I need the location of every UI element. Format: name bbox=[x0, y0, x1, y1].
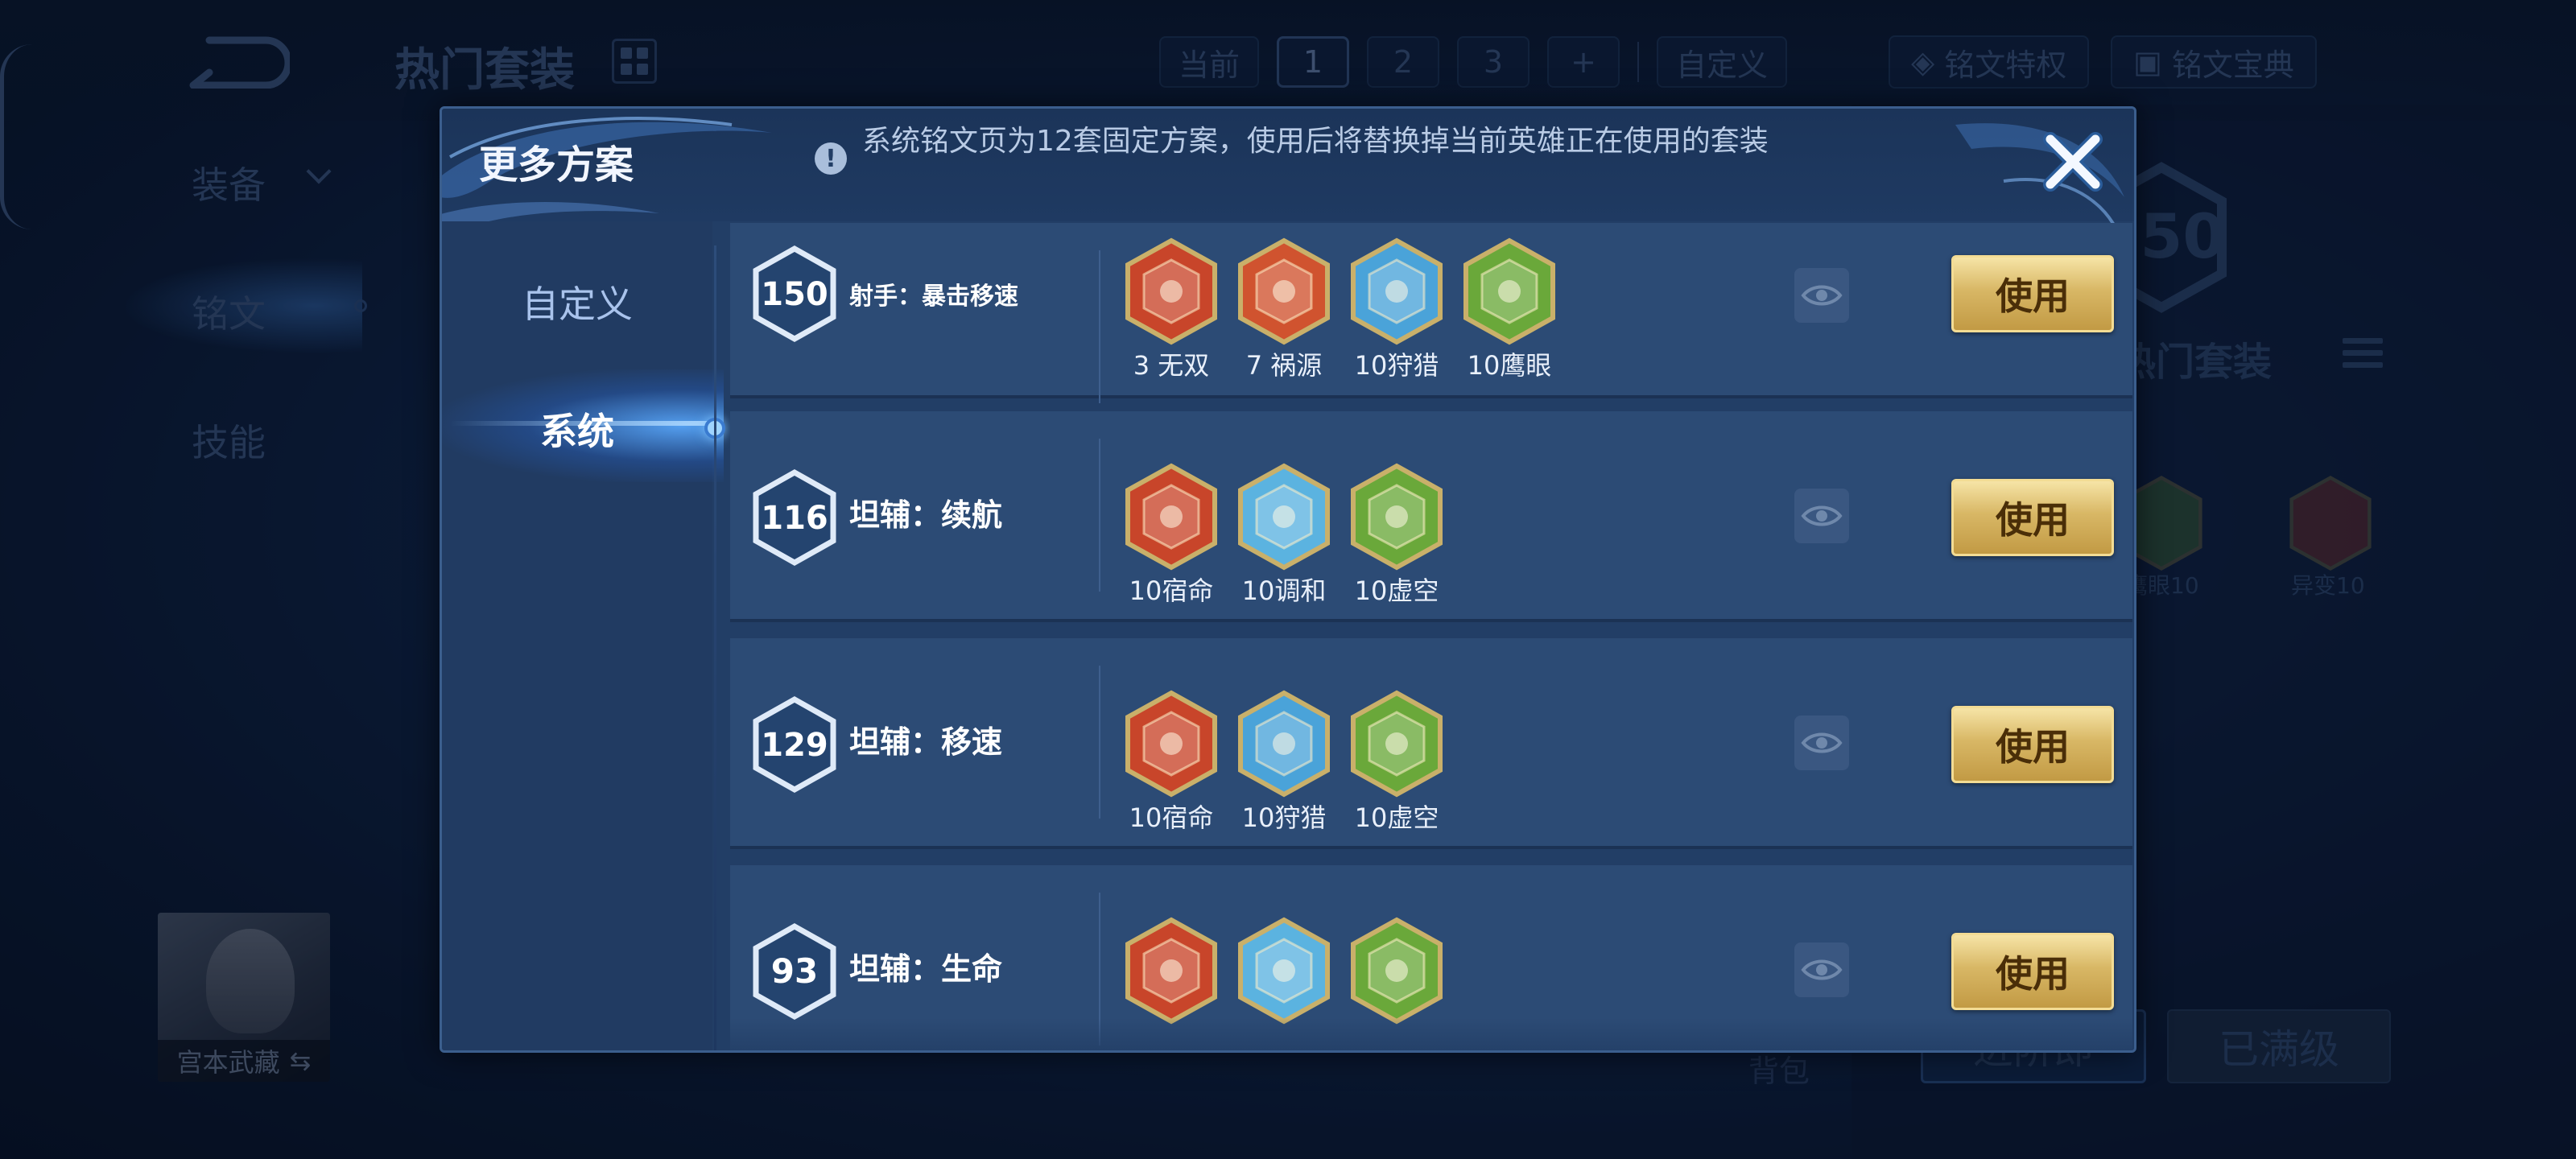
level-badge: 150 bbox=[753, 245, 836, 343]
dialog-notice: 系统铭文页为12套固定方案，使用后将替换掉当前英雄正在使用的套装 bbox=[862, 125, 1769, 158]
rune-count-label: 10宿命 bbox=[1129, 575, 1214, 606]
close-icon bbox=[2043, 132, 2103, 192]
list-fade bbox=[730, 1018, 2134, 1050]
use-button[interactable]: 使用 bbox=[1951, 933, 2114, 1010]
plan-list[interactable]: 150 射手：暴击移速 3 无双 7 祸源 10狩猎 10鹰眼 使用 116 坦辅：续航 10宿命… bbox=[730, 223, 2134, 1050]
level-badge: 116 bbox=[753, 468, 836, 567]
rune-count-label: 10虚空 bbox=[1354, 802, 1439, 833]
preview-eye-button[interactable] bbox=[1794, 716, 1849, 770]
xukong-rune-icon[interactable] bbox=[1348, 690, 1445, 798]
rune-count-label: 10鹰眼 bbox=[1467, 350, 1552, 381]
preview-eye-button[interactable] bbox=[1794, 489, 1849, 543]
eye-icon bbox=[1801, 959, 1843, 980]
suming-rune-icon[interactable] bbox=[1123, 463, 1220, 571]
eye-icon bbox=[1801, 285, 1843, 306]
level-badge: 129 bbox=[753, 695, 836, 794]
plan-name: 坦辅：生命 bbox=[849, 951, 1003, 987]
eye-icon bbox=[1801, 505, 1843, 526]
preview-eye-button[interactable] bbox=[1794, 268, 1849, 323]
rune-count-label: 7 祸源 bbox=[1245, 350, 1323, 381]
level-badge: 93 bbox=[753, 922, 836, 1021]
tiaohe-rune-icon[interactable] bbox=[1236, 463, 1332, 571]
more-plans-dialog: 更多方案 ! 系统铭文页为12套固定方案，使用后将替换掉当前英雄正在使用的套装 … bbox=[440, 106, 2136, 1053]
shoulie-rune-icon[interactable] bbox=[1236, 690, 1332, 798]
close-button[interactable] bbox=[2033, 122, 2113, 202]
row-divider bbox=[1099, 666, 1100, 819]
rune-count-label: 3 无双 bbox=[1133, 350, 1210, 381]
use-button[interactable]: 使用 bbox=[1951, 255, 2114, 332]
yingyan-rune-icon[interactable] bbox=[1461, 237, 1558, 345]
row-divider bbox=[1099, 439, 1100, 592]
rune-count-label: 10虚空 bbox=[1354, 575, 1439, 606]
plan-row: 129 坦辅：移速 10宿命 10狩猎 10虚空 使用 bbox=[730, 638, 2132, 849]
suming-rune-icon[interactable] bbox=[1123, 917, 1220, 1025]
info-icon: ! bbox=[815, 142, 847, 175]
side-divider bbox=[714, 245, 716, 1050]
plan-row: 116 坦辅：续航 10宿命 10调和 10虚空 使用 bbox=[730, 411, 2132, 622]
huoyuan-rune-icon[interactable] bbox=[1236, 237, 1332, 345]
suming-rune-icon[interactable] bbox=[1123, 690, 1220, 798]
shoulie-rune-icon[interactable] bbox=[1348, 237, 1445, 345]
use-button[interactable]: 使用 bbox=[1951, 706, 2114, 783]
use-button[interactable]: 使用 bbox=[1951, 479, 2114, 556]
rune-count-label: 10调和 bbox=[1241, 575, 1327, 606]
wushuang-rune-icon[interactable] bbox=[1123, 237, 1220, 345]
row-divider bbox=[1099, 250, 1100, 403]
blue-wing-rune-icon[interactable] bbox=[1236, 917, 1332, 1025]
level-number: 150 bbox=[761, 276, 828, 313]
xukong-rune-icon[interactable] bbox=[1348, 463, 1445, 571]
rune-count-label: 10狩猎 bbox=[1354, 350, 1439, 381]
rune-count-label: 10宿命 bbox=[1129, 802, 1214, 833]
plan-name: 坦辅：移速 bbox=[849, 724, 1003, 760]
plan-name: 射手：暴击移速 bbox=[849, 283, 1018, 311]
level-number: 93 bbox=[771, 951, 818, 991]
eye-icon bbox=[1801, 732, 1843, 753]
tab-system-plans[interactable]: 系统 bbox=[442, 385, 712, 473]
tab-custom-plans[interactable]: 自定义 bbox=[442, 258, 712, 346]
level-number: 129 bbox=[761, 727, 828, 764]
plan-row: 150 射手：暴击移速 3 无双 7 祸源 10狩猎 10鹰眼 使用 bbox=[730, 223, 2132, 403]
level-number: 116 bbox=[761, 500, 828, 537]
preview-eye-button[interactable] bbox=[1794, 942, 1849, 997]
plan-name: 坦辅：续航 bbox=[849, 497, 1003, 533]
xukong-rune-icon[interactable] bbox=[1348, 917, 1445, 1025]
rune-count-label: 10狩猎 bbox=[1241, 802, 1327, 833]
dialog-title: 更多方案 bbox=[479, 142, 634, 188]
